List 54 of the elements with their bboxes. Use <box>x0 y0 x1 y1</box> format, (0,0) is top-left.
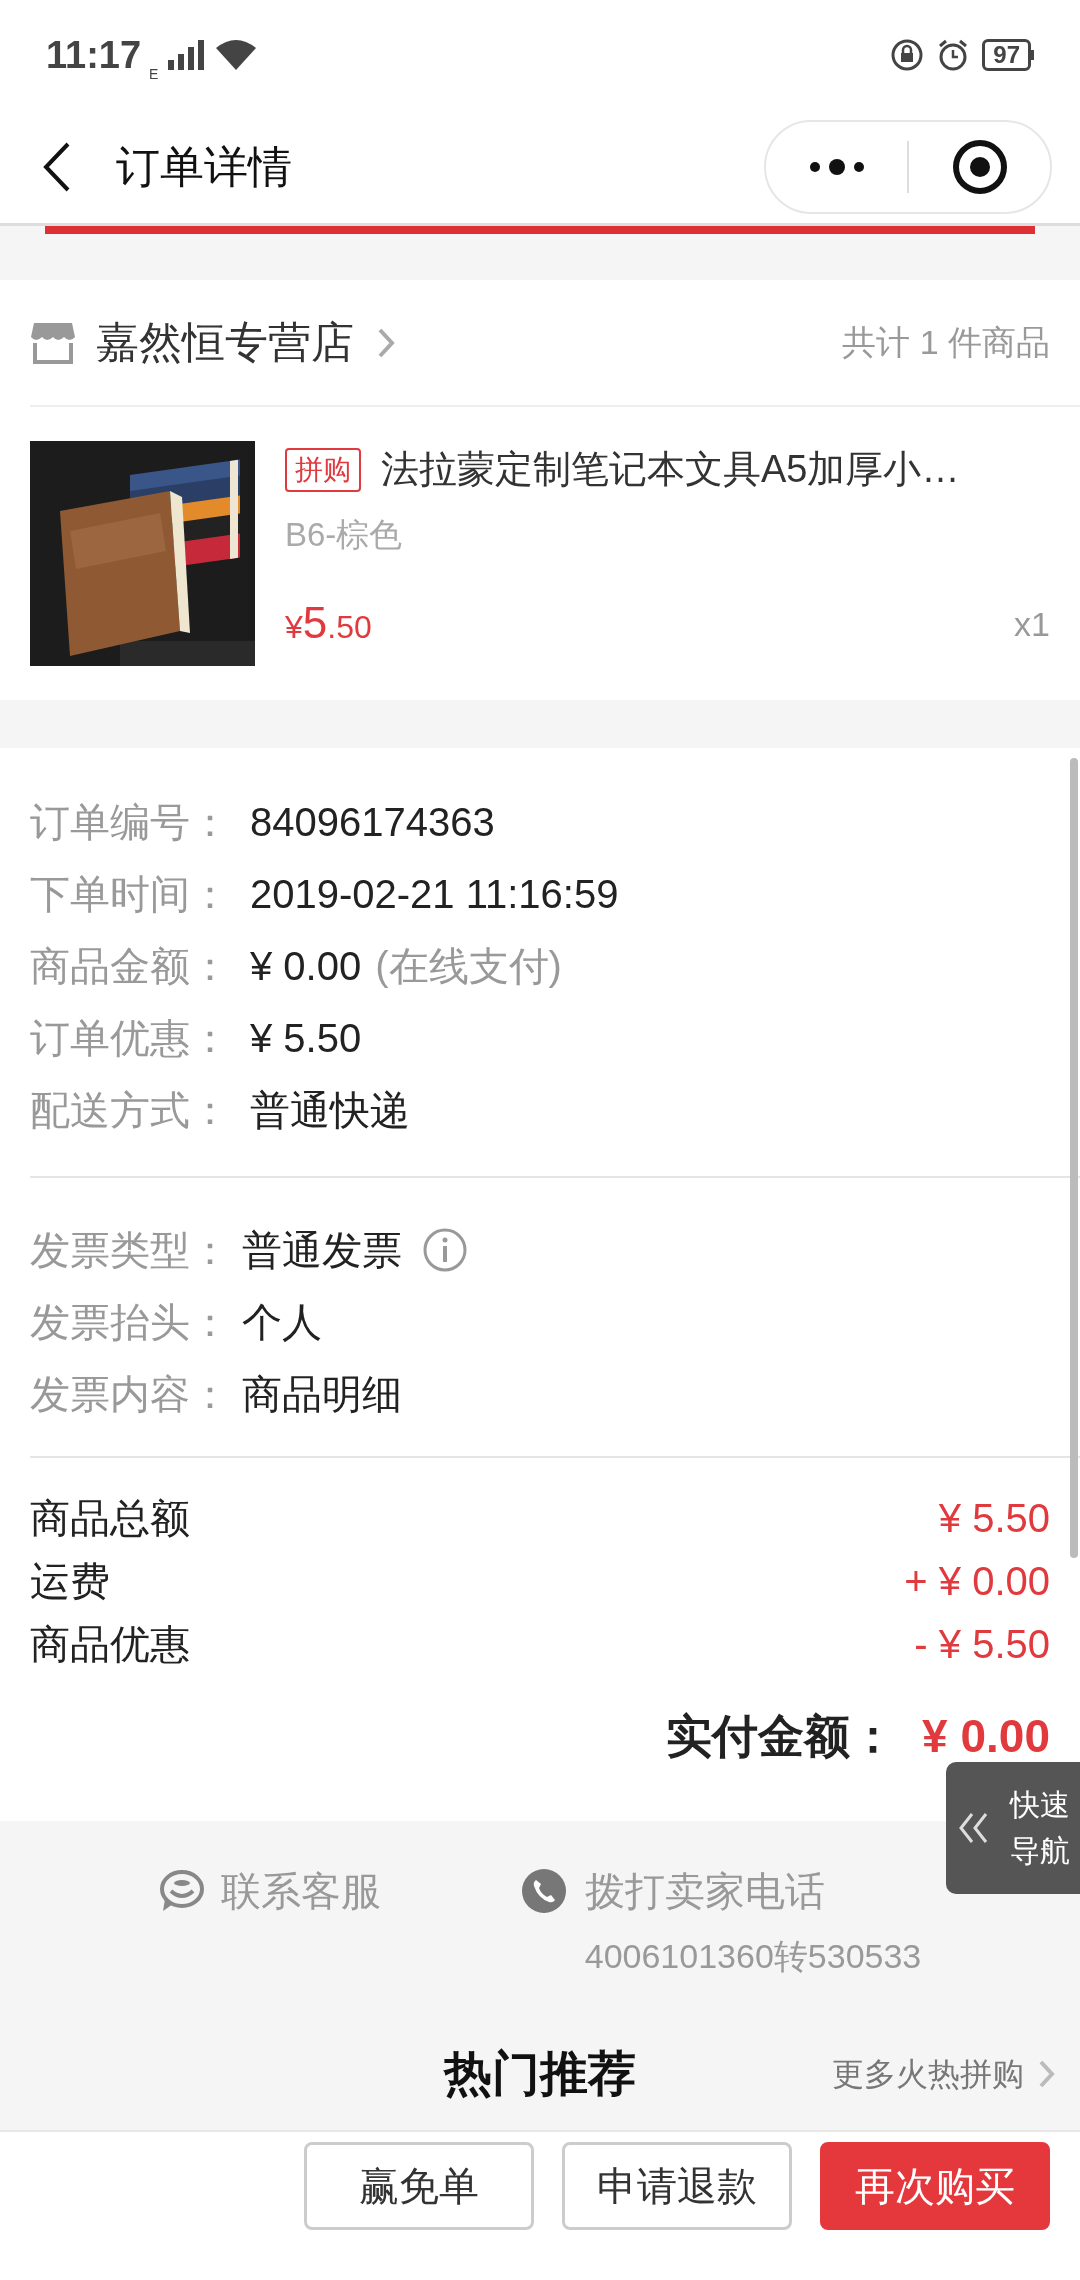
field-label: 商品金额： <box>30 943 231 990</box>
item-count: 共计 1 件商品 <box>842 322 1050 363</box>
field-value: 普通快递 <box>250 1087 410 1134</box>
field-label: 发票内容： <box>30 1371 231 1418</box>
total-label: 商品总额 <box>30 1494 190 1542</box>
action-button[interactable]: 申请退款 <box>562 2142 792 2230</box>
quick-nav-button[interactable]: 快速导航 <box>946 1762 1080 1894</box>
status-time: 11:17 <box>46 32 142 78</box>
total-label: 商品优惠 <box>30 1620 190 1668</box>
action-button[interactable]: 赢免单 <box>304 2142 534 2230</box>
field-value: 个人 <box>242 1299 322 1346</box>
payment-note: (在线支付) <box>375 943 562 990</box>
battery-indicator: 97 <box>982 39 1031 71</box>
signal-icon <box>166 38 207 72</box>
wifi-icon <box>214 38 259 72</box>
field-label: 下单时间： <box>30 871 231 918</box>
field-value: 商品明细 <box>242 1371 402 1418</box>
section-title: 热门推荐 <box>444 2046 636 2102</box>
product-price: ¥5.50 <box>285 597 372 649</box>
field-value: 84096174363 <box>250 799 495 846</box>
phone-icon[interactable] <box>520 1868 567 1914</box>
phone-number: 4006101360转530533 <box>584 1936 922 1977</box>
chevron-right-icon[interactable] <box>376 326 396 359</box>
field-value: 普通发票 <box>242 1227 402 1274</box>
paid-label: 实付金额： <box>666 1708 897 1764</box>
field-value: ¥ 5.50 <box>250 1015 362 1062</box>
group-buy-tag: 拼购 <box>285 447 361 492</box>
field-label: 发票抬头： <box>30 1299 231 1346</box>
target-icon <box>951 138 1008 195</box>
rotation-lock-icon <box>890 38 925 72</box>
total-label: 运费 <box>30 1557 110 1605</box>
field-label: 订单编号： <box>30 799 231 846</box>
total-value: ¥ 5.50 <box>938 1494 1050 1542</box>
network-type: E <box>149 64 159 84</box>
action-button[interactable]: 再次购买 <box>820 2142 1050 2230</box>
paid-amount: ¥ 0.00 <box>922 1708 1050 1764</box>
total-value: + ¥ 0.00 <box>904 1557 1050 1605</box>
field-label: 发票类型： <box>30 1227 231 1274</box>
store-name[interactable]: 嘉然恒专营店 <box>96 310 354 375</box>
quantity: x1 <box>1014 604 1050 645</box>
field-value: 2019-02-21 11:16:59 <box>250 871 619 918</box>
info-icon[interactable] <box>422 1227 468 1273</box>
product-title[interactable]: 法拉蒙定制笔记本文具A5加厚小… <box>381 441 960 498</box>
field-label: 订单优惠： <box>30 1015 231 1062</box>
chat-icon[interactable] <box>158 1869 205 1913</box>
total-value: - ¥ 5.50 <box>914 1620 1050 1668</box>
product-spec: B6-棕色 <box>285 515 404 555</box>
double-chevron-left-icon <box>958 1811 990 1845</box>
field-value: ¥ 0.00 <box>250 943 362 990</box>
field-label: 配送方式： <box>30 1087 231 1134</box>
page-title: 订单详情 <box>116 140 292 193</box>
store-icon <box>30 320 76 365</box>
quick-nav-label: 快速导航 <box>1010 1787 1070 1869</box>
more-link[interactable]: 更多火热拼购 <box>832 2050 1024 2098</box>
